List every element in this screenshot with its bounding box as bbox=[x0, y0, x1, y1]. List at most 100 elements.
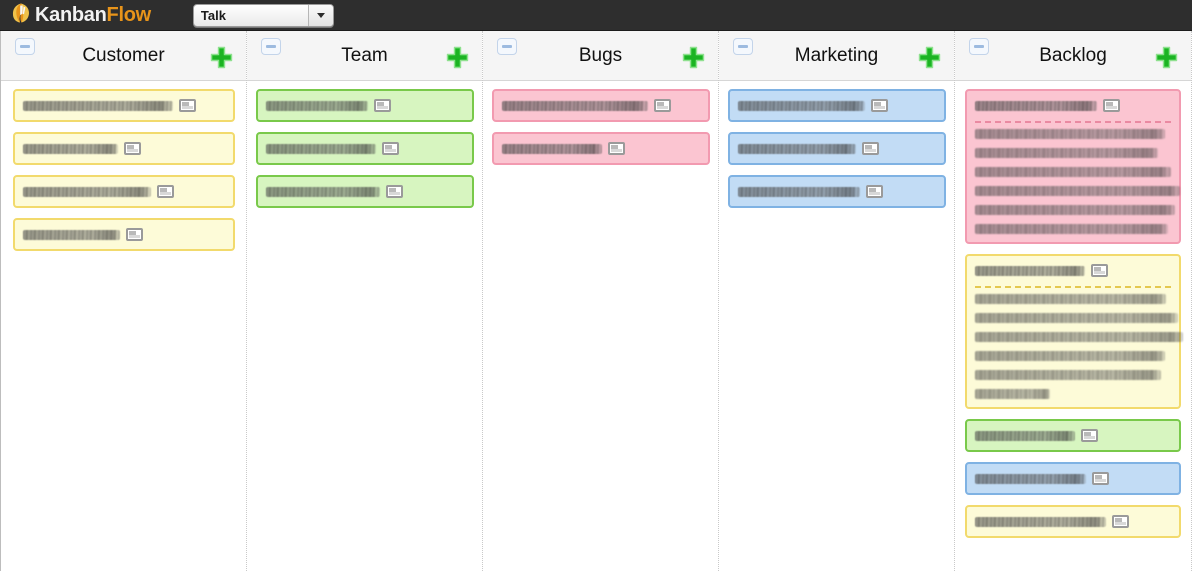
note-icon bbox=[1103, 99, 1120, 112]
board-selector-dropdown-button[interactable] bbox=[307, 4, 333, 26]
minus-icon bbox=[266, 45, 276, 48]
card-description-line bbox=[975, 167, 1171, 177]
note-icon bbox=[607, 142, 625, 155]
card-title-row bbox=[975, 262, 1171, 279]
column-header-customer: Customer bbox=[1, 31, 246, 81]
kanban-card[interactable] bbox=[255, 132, 474, 165]
kanban-card[interactable] bbox=[12, 89, 235, 122]
card-title-text bbox=[22, 143, 118, 154]
kanban-card[interactable] bbox=[12, 132, 235, 165]
plus-icon bbox=[917, 46, 942, 74]
card-description-line bbox=[975, 332, 1183, 342]
add-card-button-marketing[interactable] bbox=[917, 45, 942, 70]
minus-icon bbox=[20, 45, 30, 48]
card-description-line bbox=[975, 389, 1050, 399]
card-description bbox=[975, 129, 1180, 236]
add-card-button-backlog[interactable] bbox=[1154, 45, 1179, 70]
note-icon bbox=[861, 142, 879, 155]
brand-logo[interactable]: KanbanFlow bbox=[10, 2, 151, 29]
card-title-text bbox=[975, 516, 1106, 527]
minus-icon bbox=[974, 45, 984, 48]
add-card-button-team[interactable] bbox=[445, 45, 470, 70]
minus-icon bbox=[502, 45, 512, 48]
card-description-line bbox=[975, 148, 1158, 158]
card-description-line bbox=[975, 294, 1166, 304]
note-icon bbox=[373, 99, 391, 112]
brand-word-flow: Flow bbox=[106, 4, 152, 26]
card-title-row bbox=[22, 226, 225, 243]
card-title-row bbox=[22, 183, 225, 200]
card-title-row bbox=[501, 97, 700, 114]
board-column-marketing: Marketing bbox=[718, 31, 954, 571]
card-title-text bbox=[975, 265, 1085, 276]
card-title-row bbox=[501, 140, 700, 157]
card-description-line bbox=[975, 205, 1175, 215]
note-icon bbox=[125, 228, 143, 241]
kanbanflow-app: KanbanFlow Talk Customer Team Bugs Marketin… bbox=[0, 0, 1192, 571]
collapse-column-button-bugs[interactable] bbox=[497, 38, 517, 55]
kanbanflow-leaf-logo-icon bbox=[10, 2, 32, 29]
column-cards-bugs bbox=[483, 81, 718, 571]
column-header-bugs: Bugs bbox=[483, 31, 718, 81]
card-title-text bbox=[265, 100, 368, 111]
kanban-card[interactable] bbox=[965, 89, 1181, 244]
kanban-card[interactable] bbox=[255, 89, 474, 122]
card-title-row bbox=[975, 97, 1171, 114]
add-card-button-customer[interactable] bbox=[209, 45, 234, 70]
kanban-card[interactable] bbox=[965, 462, 1181, 495]
collapse-column-button-backlog[interactable] bbox=[969, 38, 989, 55]
kanban-card[interactable] bbox=[727, 89, 946, 122]
card-title-row bbox=[22, 140, 225, 157]
kanban-card[interactable] bbox=[255, 175, 474, 208]
board-column-team: Team bbox=[246, 31, 482, 571]
card-description-line bbox=[975, 351, 1165, 361]
note-icon bbox=[1092, 472, 1109, 485]
card-title-text bbox=[975, 473, 1086, 484]
board-column-backlog: Backlog bbox=[954, 31, 1192, 571]
board-selector-value: Talk bbox=[200, 7, 226, 23]
note-icon bbox=[653, 99, 671, 112]
plus-icon bbox=[445, 46, 470, 74]
card-divider bbox=[975, 121, 1171, 123]
card-description-line bbox=[975, 313, 1178, 323]
column-cards-customer bbox=[1, 81, 246, 571]
note-icon bbox=[1112, 515, 1129, 528]
board-column-customer: Customer bbox=[0, 31, 246, 571]
kanban-card[interactable] bbox=[12, 218, 235, 251]
column-header-team: Team bbox=[247, 31, 482, 81]
board-selector[interactable]: Talk bbox=[192, 3, 334, 27]
kanban-card[interactable] bbox=[727, 175, 946, 208]
collapse-column-button-customer[interactable] bbox=[15, 38, 35, 55]
note-icon bbox=[870, 99, 888, 112]
kanban-card[interactable] bbox=[965, 505, 1181, 538]
kanban-card[interactable] bbox=[12, 175, 235, 208]
card-title-text bbox=[22, 100, 173, 111]
kanban-board: Customer Team Bugs Marketing Backlog bbox=[0, 31, 1192, 571]
column-header-backlog: Backlog bbox=[955, 31, 1191, 81]
kanban-card[interactable] bbox=[491, 89, 710, 122]
card-description bbox=[975, 294, 1183, 401]
top-bar: KanbanFlow Talk bbox=[0, 0, 1192, 31]
note-icon bbox=[178, 99, 196, 112]
kanban-card[interactable] bbox=[491, 132, 710, 165]
note-icon bbox=[385, 185, 403, 198]
card-description-line bbox=[975, 186, 1180, 196]
chevron-down-icon bbox=[316, 12, 325, 18]
add-card-button-bugs[interactable] bbox=[681, 45, 706, 70]
column-cards-marketing bbox=[719, 81, 954, 571]
card-title-row bbox=[265, 97, 464, 114]
collapse-column-button-team[interactable] bbox=[261, 38, 281, 55]
collapse-column-button-marketing[interactable] bbox=[733, 38, 753, 55]
card-title-row bbox=[737, 183, 936, 200]
minus-icon bbox=[738, 45, 748, 48]
kanban-card[interactable] bbox=[965, 419, 1181, 452]
card-title-text bbox=[501, 143, 602, 154]
card-title-text bbox=[22, 186, 151, 197]
board-column-bugs: Bugs bbox=[482, 31, 718, 571]
kanban-card[interactable] bbox=[727, 132, 946, 165]
plus-icon bbox=[681, 46, 706, 74]
card-title-text bbox=[265, 186, 380, 197]
note-icon bbox=[865, 185, 883, 198]
kanban-card[interactable] bbox=[965, 254, 1183, 409]
note-icon bbox=[1081, 429, 1098, 442]
